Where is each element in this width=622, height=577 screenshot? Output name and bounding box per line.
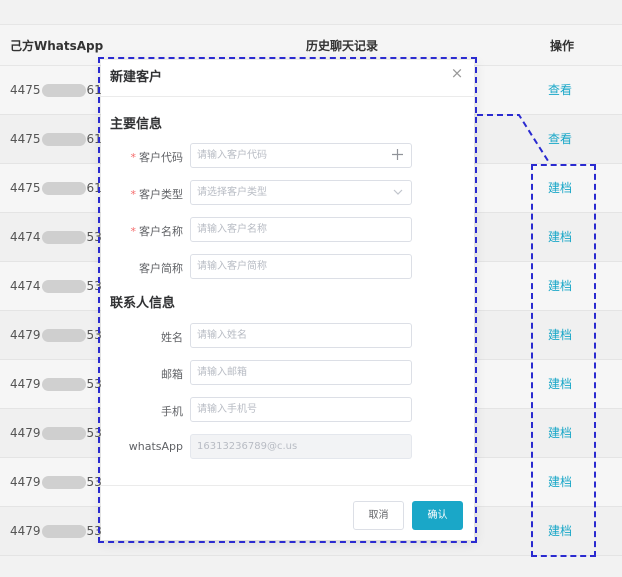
email-placeholder: 请输入邮箱 — [197, 367, 247, 378]
dialog-footer: 取消 确认 — [101, 485, 474, 540]
phone-placeholder: 请输入手机号 — [197, 404, 257, 415]
view-link[interactable]: 查看 — [548, 115, 572, 163]
plus-icon[interactable] — [391, 148, 404, 161]
redacted-blur — [41, 378, 86, 391]
customer-code-placeholder: 请输入客户代码 — [197, 150, 267, 161]
required-mark: * — [130, 151, 137, 164]
new-customer-dialog: 新建客户 × 主要信息 * 客户代码 请输入客户代码 * 客户类型 请选择客户类型 … — [101, 60, 474, 540]
create-record-link[interactable]: 建档 — [548, 360, 572, 408]
customer-type-select[interactable]: 请选择客户类型 — [190, 180, 412, 205]
phone-input[interactable]: 请输入手机号 — [190, 397, 412, 422]
email-input[interactable]: 请输入邮箱 — [190, 360, 412, 385]
contact-name-placeholder: 请输入姓名 — [197, 330, 247, 341]
email-label: 邮箱 — [161, 368, 183, 381]
whatsapp-label: whatsApp — [128, 440, 183, 453]
create-record-link[interactable]: 建档 — [548, 409, 572, 457]
customer-name-placeholder: 请输入客户名称 — [197, 224, 267, 235]
customer-type-label: * 客户类型 — [130, 188, 184, 201]
contact-name-label: 姓名 — [161, 331, 183, 344]
customer-code-label: * 客户代码 — [130, 151, 184, 164]
section-title-contact-info: 联系人信息 — [110, 296, 176, 311]
redacted-blur — [41, 280, 86, 293]
redacted-blur — [41, 329, 86, 342]
section-title-main-info: 主要信息 — [110, 117, 163, 132]
redacted-blur — [41, 476, 86, 489]
cancel-button[interactable]: 取消 — [353, 501, 404, 530]
column-header-action: 操作 — [550, 39, 575, 53]
create-record-link[interactable]: 建档 — [548, 311, 572, 359]
create-record-link[interactable]: 建档 — [548, 213, 572, 261]
create-record-link[interactable]: 建档 — [548, 507, 572, 555]
create-record-link[interactable]: 建档 — [548, 262, 572, 310]
customer-name-input[interactable]: 请输入客户名称 — [190, 217, 412, 242]
required-mark: * — [130, 225, 137, 238]
required-mark: * — [130, 188, 137, 201]
customer-code-input[interactable]: 请输入客户代码 — [190, 143, 412, 168]
customer-short-name-input[interactable]: 请输入客户简称 — [190, 254, 412, 279]
close-icon[interactable]: × — [450, 66, 464, 81]
redacted-blur — [41, 133, 86, 146]
contact-name-input[interactable]: 请输入姓名 — [190, 323, 412, 348]
column-header-whatsapp: 己方WhatsApp — [10, 39, 104, 53]
confirm-button[interactable]: 确认 — [412, 501, 463, 530]
customer-name-label: * 客户名称 — [130, 225, 184, 238]
customer-type-placeholder: 请选择客户类型 — [197, 187, 267, 198]
redacted-blur — [41, 231, 86, 244]
phone-label: 手机 — [161, 405, 183, 418]
whatsapp-input: 16313236789@c.us — [190, 434, 412, 459]
redacted-blur — [41, 525, 86, 538]
dialog-header: 新建客户 × — [101, 60, 474, 97]
customer-short-name-placeholder: 请输入客户简称 — [197, 261, 267, 272]
whatsapp-value: 16313236789@c.us — [197, 441, 298, 452]
view-link[interactable]: 查看 — [548, 66, 572, 114]
redacted-blur — [41, 427, 86, 440]
customer-short-name-label: 客户简称 — [139, 262, 183, 275]
redacted-blur — [41, 182, 86, 195]
chevron-down-icon — [393, 189, 403, 195]
redacted-blur — [41, 84, 86, 97]
create-record-link[interactable]: 建档 — [548, 164, 572, 212]
create-record-link[interactable]: 建档 — [548, 458, 572, 506]
dialog-title: 新建客户 — [110, 70, 163, 85]
